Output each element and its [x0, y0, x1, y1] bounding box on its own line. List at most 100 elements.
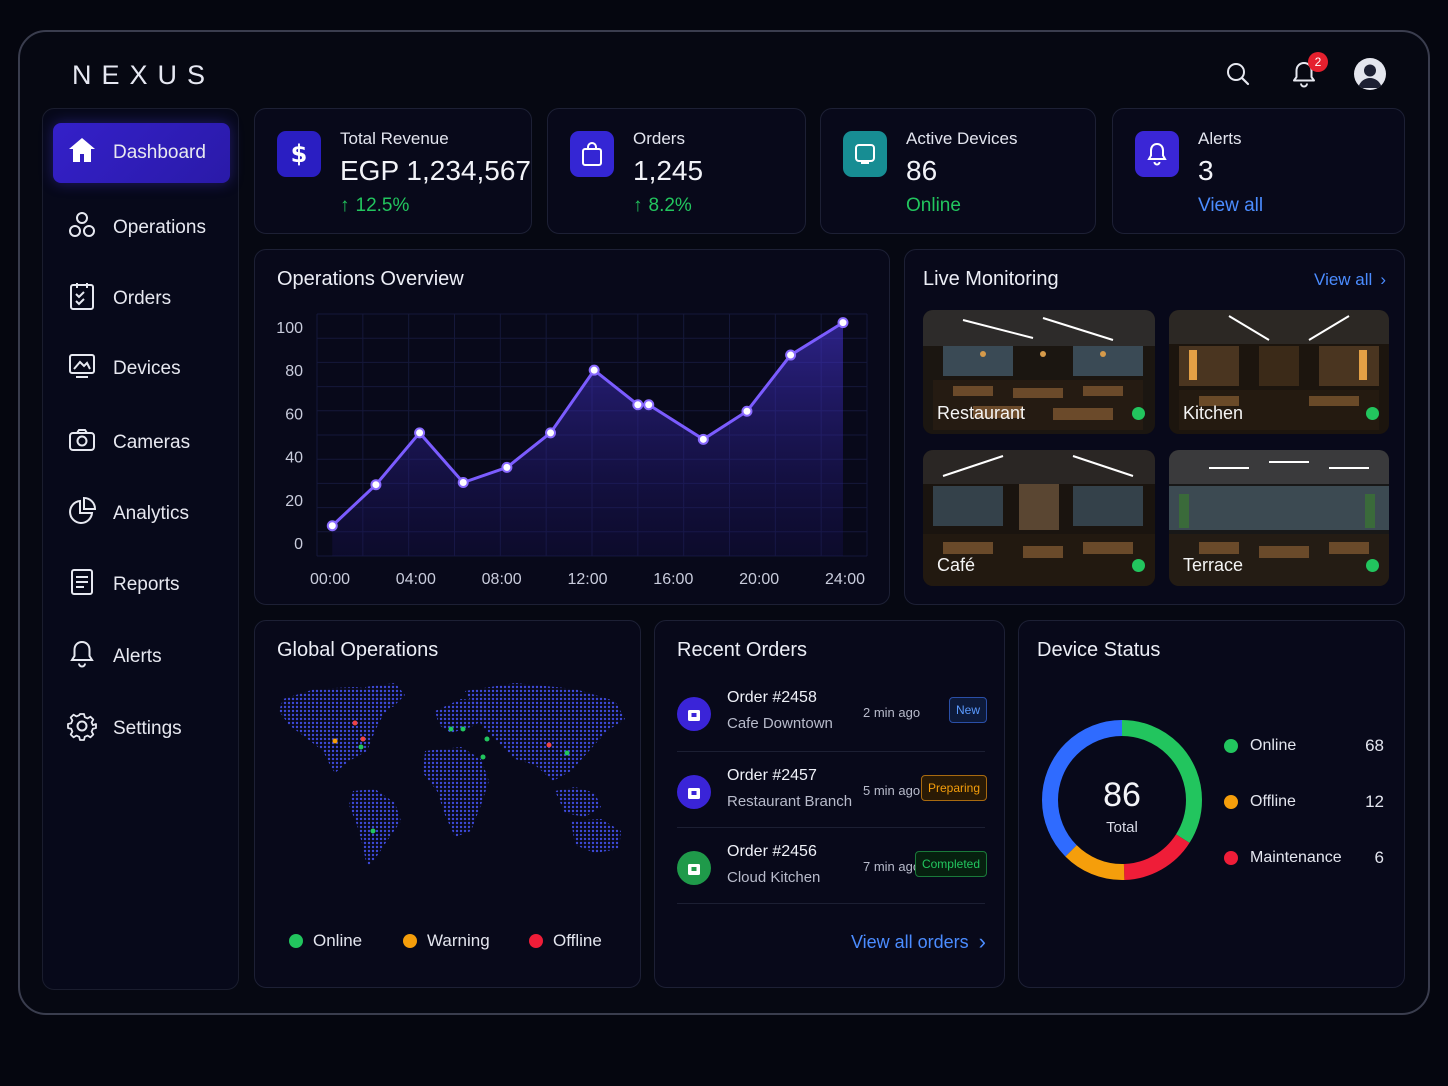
clipboard-icon	[67, 281, 97, 317]
sidebar-item-label: Dashboard	[113, 142, 206, 163]
online-status-dot	[1366, 559, 1379, 572]
order-location: Restaurant Branch	[727, 793, 853, 810]
operations-chart: 100 80 60 40 20 0 00:00 04:00 08:00 12:00 16:00 20…	[276, 313, 868, 588]
sidebar-item-devices[interactable]: Devices	[53, 339, 230, 399]
data-point	[632, 399, 644, 411]
kpi-label: Total Revenue	[340, 129, 449, 148]
card-title: Device Status	[1037, 639, 1161, 661]
kpi-label: Orders	[633, 129, 685, 148]
sidebar-item-label: Reports	[113, 574, 180, 595]
data-point	[588, 364, 600, 376]
status-badge: Completed	[914, 851, 987, 877]
status-badge: New	[948, 697, 987, 723]
alerts-view-all-link[interactable]: View all	[1198, 195, 1263, 217]
search-icon[interactable]	[1220, 56, 1256, 92]
camera-feed-terrace[interactable]: Terrace	[1169, 450, 1389, 586]
camera-icon	[67, 425, 97, 461]
sidebar-item-orders[interactable]: Orders	[53, 269, 230, 329]
camera-feed-cafe[interactable]: Café	[923, 450, 1155, 586]
notifications-bell-icon[interactable]: 2	[1286, 52, 1328, 92]
kpi-label: Active Devices	[906, 129, 1018, 148]
warning-dot-icon	[403, 934, 417, 948]
y-tick-label: 0	[294, 536, 303, 553]
divider	[677, 827, 985, 828]
live-monitoring-card: Live Monitoring View all › Restaurant Ki…	[904, 249, 1405, 605]
live-monitoring-view-all[interactable]: View all ›	[1314, 270, 1386, 290]
offline-dot-icon	[529, 934, 543, 948]
legend-online: Online	[289, 931, 362, 951]
sidebar-item-dashboard[interactable]: Dashboard	[53, 123, 230, 183]
device-status-offline: Offline 12	[1224, 792, 1384, 811]
order-location: Cafe Downtown	[727, 715, 833, 732]
view-all-orders-link[interactable]: View all orders ›	[851, 929, 986, 955]
pie-chart-icon	[67, 496, 97, 532]
camera-label: Restaurant	[937, 403, 1026, 423]
order-location: Cloud Kitchen	[727, 869, 821, 886]
device-icon	[843, 131, 887, 177]
sidebar-item-operations[interactable]: Operations	[53, 198, 230, 258]
sidebar-item-label: Devices	[113, 358, 181, 379]
arrow-up-icon: ↑	[340, 195, 350, 216]
kpi-label: Alerts	[1198, 129, 1242, 148]
order-id: Order #2457	[727, 767, 817, 784]
x-tick-label: 12:00	[567, 571, 607, 588]
card-title: Global Operations	[277, 639, 439, 661]
y-tick-label: 40	[285, 450, 303, 467]
card-title: Recent Orders	[677, 639, 808, 661]
global-operations-card: Global Operations Online Warning Offline	[254, 620, 641, 988]
order-bag-icon	[677, 775, 711, 809]
kpi-active-devices[interactable]: Active Devices 86 Online	[820, 108, 1096, 234]
order-row[interactable]: Order #2457 Restaurant Branch 5 min ago …	[677, 763, 987, 833]
data-point	[501, 461, 513, 473]
x-tick-label: 04:00	[396, 571, 436, 588]
sidebar: Dashboard Operations Orders Devices Came…	[42, 108, 239, 990]
order-time: 5 min ago	[863, 783, 921, 798]
kpi-value: 3	[1198, 155, 1214, 186]
x-tick-label: 08:00	[482, 571, 522, 588]
order-id: Order #2458	[727, 689, 817, 706]
camera-label: Kitchen	[1183, 403, 1244, 423]
kpi-orders[interactable]: Orders 1,245 ↑ 8.2%	[547, 108, 806, 234]
order-row[interactable]: Order #2458 Cafe Downtown 2 min ago New	[677, 685, 987, 755]
recent-orders-card: Recent Orders Order #2458 Cafe Downtown …	[654, 620, 1005, 988]
app-logo: NEXUS	[72, 60, 216, 90]
sidebar-item-cameras[interactable]: Cameras	[53, 413, 230, 473]
sidebar-item-label: Settings	[113, 718, 182, 739]
kpi-alerts[interactable]: Alerts 3 View all	[1112, 108, 1405, 234]
user-avatar[interactable]	[1352, 56, 1388, 92]
header-actions: 2	[1220, 52, 1388, 92]
data-point	[326, 520, 338, 532]
status-badge: Preparing	[920, 775, 987, 801]
order-bag-icon	[677, 697, 711, 731]
order-id: Order #2456	[727, 843, 817, 860]
data-point	[457, 477, 469, 489]
gear-icon	[67, 711, 97, 747]
sidebar-item-label: Orders	[113, 288, 172, 309]
device-status-online: Online 68	[1224, 736, 1384, 755]
y-tick-label: 20	[285, 493, 303, 510]
divider	[677, 751, 985, 752]
device-status-maintenance: Maintenance 6	[1224, 848, 1384, 867]
order-time: 2 min ago	[863, 705, 921, 720]
kpi-total-revenue[interactable]: $ Total Revenue EGP 1,234,567 ↑ 12.5%	[254, 108, 532, 234]
operations-icon	[67, 210, 97, 246]
kpi-status: Online	[906, 195, 961, 216]
kpi-value: 1,245	[633, 155, 704, 186]
kpi-change: ↑ 8.2%	[633, 195, 692, 216]
shopping-bag-icon	[570, 131, 614, 177]
legend-warning: Warning	[403, 931, 490, 951]
sidebar-item-analytics[interactable]: Analytics	[53, 484, 230, 544]
data-point	[697, 433, 709, 445]
camera-feed-restaurant[interactable]: Restaurant	[923, 310, 1155, 434]
avatar-icon	[1354, 58, 1386, 90]
online-status-dot	[1132, 559, 1145, 572]
camera-feed-kitchen[interactable]: Kitchen	[1169, 310, 1389, 434]
document-icon	[67, 567, 97, 603]
sidebar-item-reports[interactable]: Reports	[53, 555, 230, 615]
sidebar-item-settings[interactable]: Settings	[53, 699, 230, 759]
sidebar-item-alerts[interactable]: Alerts	[53, 627, 230, 687]
x-tick-label: 20:00	[739, 571, 779, 588]
order-row[interactable]: Order #2456 Cloud Kitchen 7 min ago Comp…	[677, 839, 987, 909]
legend-offline: Offline	[529, 931, 602, 951]
app-window: NEXUS 2 Dashboard Operations Orders Devi…	[18, 30, 1430, 1015]
